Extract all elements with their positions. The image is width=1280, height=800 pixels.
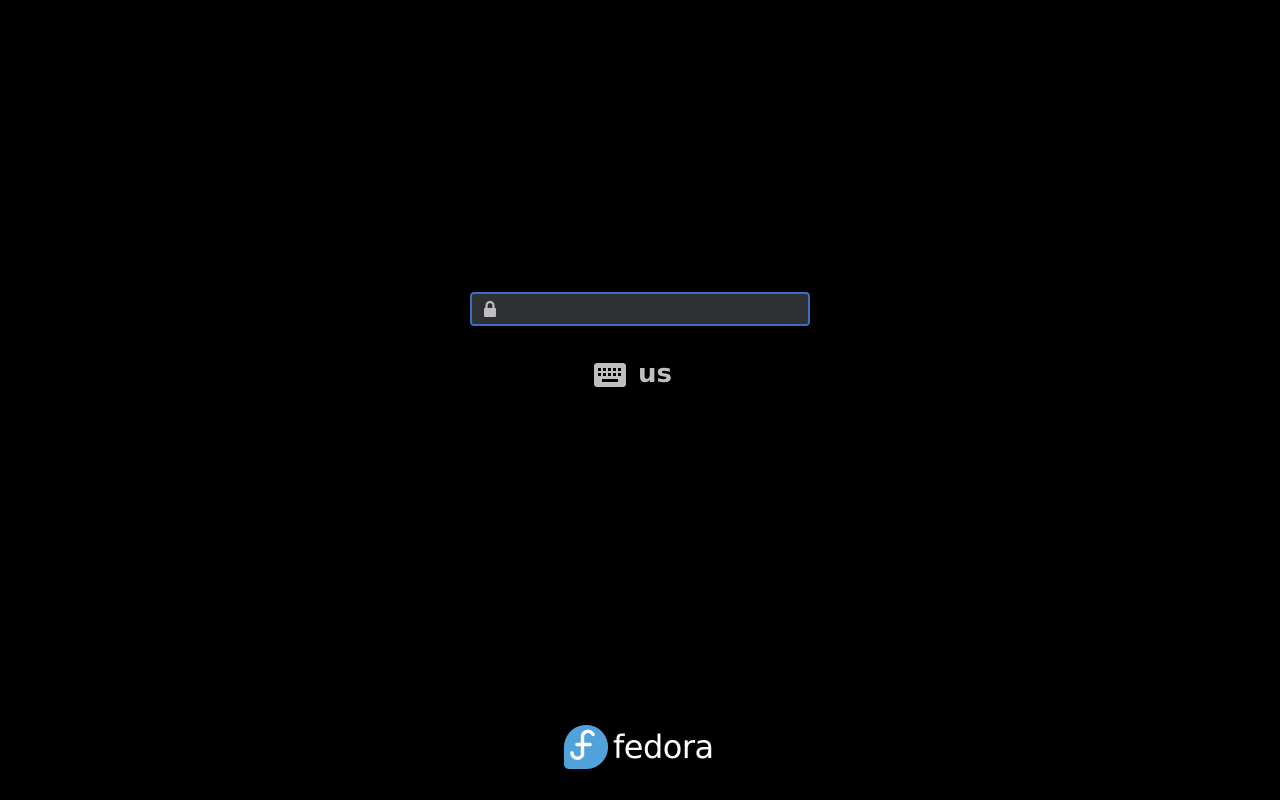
keyboard-icon xyxy=(594,363,626,387)
keyboard-layout-indicator[interactable]: us xyxy=(594,358,672,392)
lock-icon xyxy=(484,300,496,317)
keyboard-layout-label: us xyxy=(638,359,672,389)
password-input[interactable] xyxy=(506,294,802,324)
fedora-wordmark: fedora xyxy=(613,728,714,766)
fedora-logo-icon xyxy=(564,725,608,769)
fedora-logo: fedora xyxy=(564,724,714,770)
password-field[interactable] xyxy=(470,292,810,326)
lock-screen: us fedora xyxy=(0,0,1280,800)
